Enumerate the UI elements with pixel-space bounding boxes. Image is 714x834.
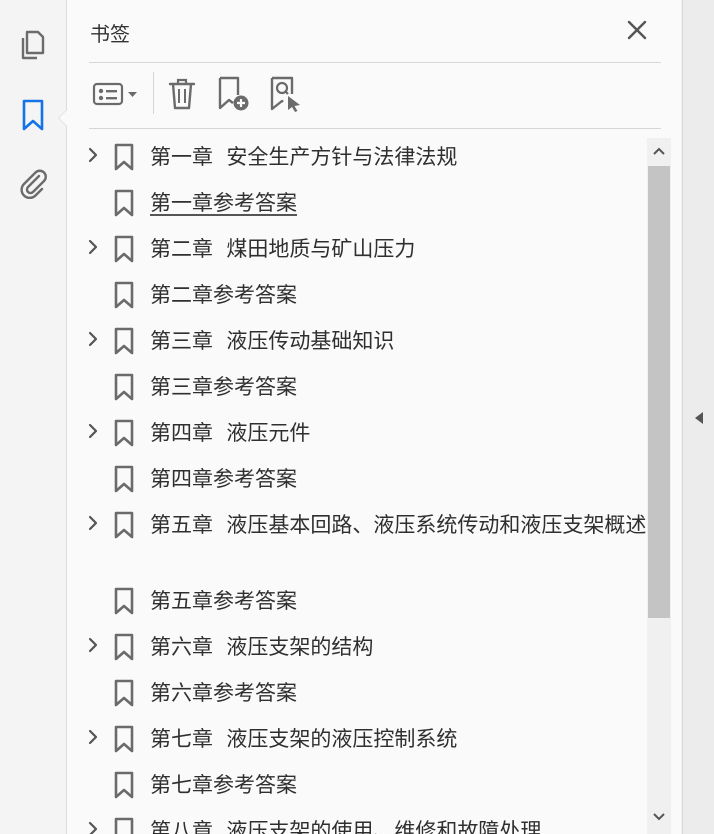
expand-chevron-icon[interactable]	[85, 422, 101, 440]
header-divider	[89, 62, 661, 63]
bookmark-icon	[113, 679, 135, 707]
expand-chevron-icon[interactable]	[85, 636, 101, 654]
bookmark-label: 第四章参考答案	[150, 467, 297, 491]
toolbar-separator	[153, 72, 154, 114]
bookmark-item[interactable]: 第七章 液压支架的液压控制系统	[67, 718, 647, 764]
bookmark-icon	[113, 511, 135, 539]
delete-icon	[168, 78, 196, 110]
bookmark-item[interactable]: 第八章 液压支架的使用、维修和故障处理	[67, 810, 647, 834]
expand-chevron-icon[interactable]	[85, 728, 101, 746]
bookmark-label: 第二章参考答案	[150, 283, 297, 307]
toolbar-divider	[89, 128, 661, 129]
bookmark-icon	[113, 771, 135, 799]
bookmark-item[interactable]: 第二章参考答案	[67, 274, 647, 320]
bookmark-item[interactable]: 第五章参考答案	[67, 580, 647, 626]
options-menu-button[interactable]	[89, 74, 143, 114]
bookmark-item[interactable]: 第三章参考答案	[67, 366, 647, 412]
scroll-down-button[interactable]	[647, 804, 671, 830]
bookmark-list: 第一章 安全生产方针与法律法规 第一章参考答案第二章 煤田地质与矿山压力 第二章参考…	[67, 136, 647, 834]
active-panel-pointer-fill	[59, 110, 67, 126]
panel-title: 书签	[90, 22, 130, 46]
bookmark-label: 第一章参考答案	[150, 191, 297, 215]
bookmark-icon	[113, 817, 135, 834]
expand-chevron-icon[interactable]	[85, 238, 101, 256]
expand-chevron-icon[interactable]	[85, 330, 101, 348]
bookmark-icon	[113, 373, 135, 401]
bookmark-icon	[113, 465, 135, 493]
bookmark-label: 第五章参考答案	[150, 589, 297, 613]
bookmark-item[interactable]: 第四章 液压元件	[67, 412, 647, 458]
options-menu-icon	[92, 82, 137, 106]
bookmark-label: 第六章参考答案	[150, 681, 297, 705]
bookmark-label: 第七章参考答案	[150, 773, 297, 797]
delete-bookmark-button[interactable]	[165, 74, 199, 114]
bookmark-icon	[113, 143, 135, 171]
chevron-down-icon	[653, 813, 665, 821]
bookmark-icon[interactable]	[16, 98, 50, 132]
pages-icon[interactable]	[16, 28, 50, 62]
bookmark-label: 第七章 液压支架的液压控制系统	[150, 727, 458, 751]
expand-chevron-icon[interactable]	[85, 820, 101, 834]
bookmark-icon	[113, 327, 135, 355]
bookmark-label: 第一章 安全生产方针与法律法规	[150, 145, 458, 169]
vertical-scrollbar[interactable]	[647, 138, 671, 834]
bookmark-icon	[113, 189, 135, 217]
bookmark-label: 第五章 液压基本回路、液压系统传动和液压支架概述	[150, 513, 647, 537]
bookmark-item[interactable]: 第三章 液压传动基础知识	[67, 320, 647, 366]
bookmark-label: 第四章 液压元件	[150, 421, 311, 445]
bookmark-icon	[113, 633, 135, 661]
bookmark-item[interactable]: 第六章 液压支架的结构	[67, 626, 647, 672]
close-button[interactable]	[623, 16, 651, 44]
bookmark-item[interactable]: 第一章 安全生产方针与法律法规	[67, 136, 647, 182]
bookmark-icon	[113, 419, 135, 447]
bookmark-label: 第六章 液压支架的结构	[150, 635, 374, 659]
bookmark-label: 第二章 煤田地质与矿山压力	[150, 237, 416, 261]
find-current-bookmark-button[interactable]	[267, 74, 305, 114]
bookmark-label: 第三章 液压传动基础知识	[150, 329, 395, 353]
bookmark-label: 第三章参考答案	[150, 375, 297, 399]
expand-chevron-icon[interactable]	[85, 146, 101, 164]
bookmark-item[interactable]: 第一章参考答案	[67, 182, 647, 228]
bookmark-label: 第八章 液压支架的使用、维修和故障处理	[150, 819, 542, 834]
bookmark-item[interactable]: 第七章参考答案	[67, 764, 647, 810]
chevron-up-icon	[653, 147, 665, 155]
bookmarks-panel: 书签 第一章 安全生产方针与法律法规 第一章参考答案 第二章 煤田地质与矿山压力…	[67, 0, 681, 834]
scroll-thumb[interactable]	[648, 166, 670, 618]
bookmark-icon	[113, 587, 135, 615]
document-edge-strip	[682, 0, 714, 834]
bookmark-icon	[113, 235, 135, 263]
add-bookmark-icon	[218, 76, 249, 111]
bookmark-item[interactable]: 第二章 煤田地质与矿山压力	[67, 228, 647, 274]
attachment-icon[interactable]	[16, 166, 50, 200]
expand-chevron-icon[interactable]	[85, 514, 101, 532]
tool-rail	[0, 0, 67, 834]
bookmark-item[interactable]: 第四章参考答案	[67, 458, 647, 504]
close-icon	[627, 20, 647, 40]
scroll-up-button[interactable]	[647, 138, 671, 164]
find-bookmark-icon	[270, 76, 300, 112]
collapse-panel-button[interactable]	[689, 406, 709, 430]
bookmark-item[interactable]: 第五章 液压基本回路、液压系统传动和液压支架概述	[67, 504, 647, 580]
bookmark-item[interactable]: 第六章参考答案	[67, 672, 647, 718]
triangle-left-icon	[695, 412, 703, 424]
bookmark-icon	[113, 725, 135, 753]
add-bookmark-button[interactable]	[215, 74, 253, 114]
bookmark-icon	[113, 281, 135, 309]
